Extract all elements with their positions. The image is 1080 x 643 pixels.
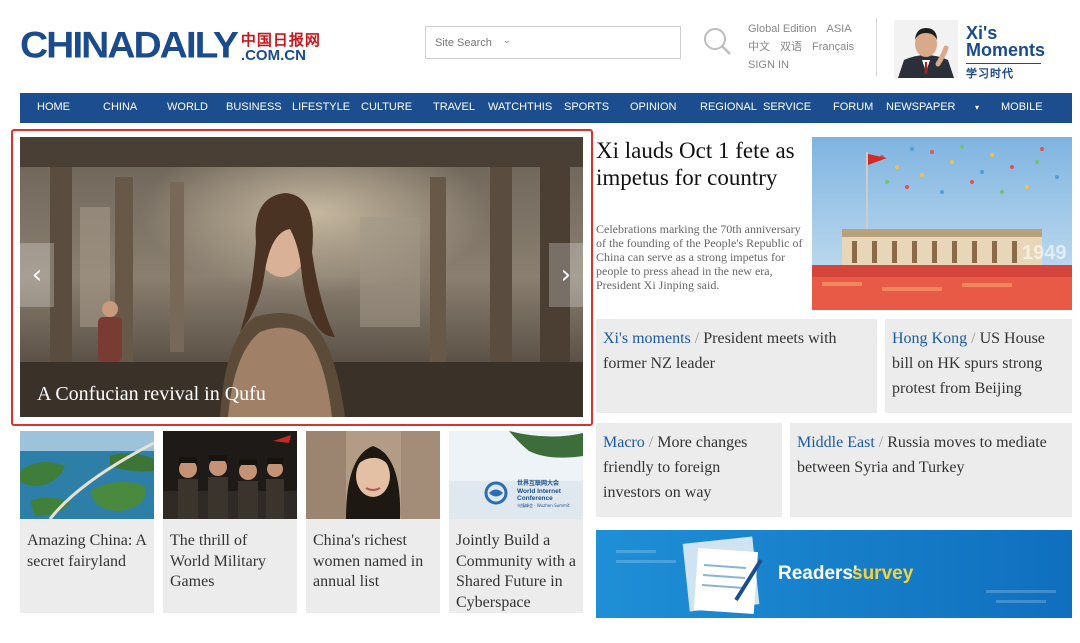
- news-box-separator: /: [690, 330, 704, 347]
- nav-lifestyle[interactable]: LIFESTYLE: [292, 101, 350, 113]
- nav-newspaper[interactable]: NEWSPAPER: [886, 101, 955, 113]
- nav-culture[interactable]: CULTURE: [361, 101, 412, 113]
- news-box-separator: /: [967, 330, 980, 347]
- lead-celebration-image[interactable]: 1949: [812, 137, 1072, 310]
- global-edition-link[interactable]: Global Edition: [748, 23, 817, 35]
- logo-chinese: 中国日报网: [240, 31, 321, 49]
- nav-service[interactable]: SERVICE: [763, 101, 811, 113]
- search-icon[interactable]: [702, 26, 732, 56]
- slider-prev-icon[interactable]: ‹: [20, 243, 54, 307]
- thumb-caption[interactable]: Amazing China: A secret fairyland: [20, 524, 154, 572]
- logo-subtitle: 中国日报网 .COM.CN: [241, 32, 321, 64]
- slider-caption[interactable]: A Confucian revival in Qufu: [37, 383, 266, 405]
- thumb-story[interactable]: The thrill of World Military Games: [163, 431, 297, 613]
- news-box-tag[interactable]: Middle East: [797, 434, 875, 451]
- chevron-down-icon[interactable]: ⌄: [503, 36, 511, 46]
- nav-sports[interactable]: SPORTS: [564, 101, 609, 113]
- thumb-caption[interactable]: The thrill of World Military Games: [163, 524, 297, 593]
- news-box-separator: /: [644, 434, 658, 451]
- nav-home[interactable]: HOME: [37, 101, 70, 113]
- thumb-image-internet-conference: 世界互联网大会 World Internet Conference 乌镇峰会 ·…: [449, 431, 583, 519]
- search-input[interactable]: [426, 27, 680, 58]
- logo-wordmark: CHINADAILY: [20, 25, 239, 66]
- thumb-caption[interactable]: China's richest women named in annual li…: [306, 524, 440, 593]
- asia-edition-link[interactable]: ASIA: [827, 23, 852, 35]
- lead-image-year: 1949: [1022, 242, 1067, 264]
- lead-headline[interactable]: Xi lauds Oct 1 fete as impetus for count…: [596, 137, 806, 191]
- logo-domain: .COM.CN: [240, 47, 306, 64]
- sign-in-link[interactable]: SIGN IN: [748, 59, 789, 71]
- conference-english-name-2: Conference: [517, 495, 553, 502]
- thumb-image-portrait: [306, 431, 440, 519]
- thumb-story[interactable]: Amazing China: A secret fairyland: [20, 431, 155, 613]
- news-box-tag[interactable]: Hong Kong: [892, 330, 967, 347]
- news-box-tag[interactable]: Xi's moments: [603, 330, 691, 347]
- featured-slider[interactable]: A Confucian revival in Qufu ‹ ›: [20, 137, 583, 417]
- edition-links: Global Edition ASIA 中文 双语 Français SIGN IN: [748, 20, 854, 74]
- survey-label-readers: Readers': [778, 563, 858, 584]
- site-logo[interactable]: CHINADAILY 中国日报网 .COM.CN: [20, 24, 321, 64]
- xis-moments-chinese: 学习时代: [966, 63, 1041, 81]
- thumb-story[interactable]: China's richest women named in annual li…: [306, 431, 440, 613]
- nav-china[interactable]: CHINA: [103, 101, 137, 113]
- thumb-caption[interactable]: Jointly Build a Community with a Shared …: [449, 524, 583, 613]
- thumb-image-military-games: [163, 431, 297, 519]
- french-edition-link[interactable]: Français: [812, 41, 854, 53]
- conference-english-name-1: World Internet: [517, 488, 562, 495]
- xi-portrait-image[interactable]: [894, 20, 958, 78]
- news-box-tag[interactable]: Macro: [603, 434, 645, 451]
- lead-summary: Celebrations marking the 70th anniversar…: [596, 222, 803, 292]
- news-box-xis-moments[interactable]: Xi's moments / President meets with form…: [596, 319, 877, 413]
- slider-image: A Confucian revival in Qufu: [20, 137, 583, 417]
- survey-label-survey: survey: [852, 563, 914, 584]
- site-search-box[interactable]: ⌄: [425, 26, 681, 59]
- slider-next-icon[interactable]: ›: [549, 243, 583, 307]
- news-box-middle-east[interactable]: Middle East / Russia moves to mediate be…: [790, 423, 1072, 517]
- xis-moments-title[interactable]: Xi's Moments: [966, 24, 1046, 60]
- nav-more-chevron-icon[interactable]: ▾: [975, 103, 979, 112]
- nav-travel[interactable]: TRAVEL: [433, 101, 475, 113]
- nav-regional[interactable]: REGIONAL: [700, 101, 757, 113]
- thumb-image-lake-islands: [20, 431, 155, 520]
- readers-survey-banner[interactable]: Readers' survey: [596, 530, 1072, 618]
- nav-business[interactable]: BUSINESS: [226, 101, 282, 113]
- header-divider: [876, 18, 877, 76]
- nav-mobile[interactable]: MOBILE: [1001, 101, 1043, 113]
- news-box-hong-kong[interactable]: Hong Kong / US House bill on HK spurs st…: [885, 319, 1072, 413]
- thumb-story[interactable]: 世界互联网大会 World Internet Conference 乌镇峰会 ·…: [449, 431, 583, 613]
- news-box-macro[interactable]: Macro / More changes friendly to foreign…: [596, 423, 782, 517]
- nav-forum[interactable]: FORUM: [833, 101, 873, 113]
- bilingual-edition-link[interactable]: 双语: [780, 41, 802, 53]
- nav-world[interactable]: WORLD: [167, 101, 208, 113]
- conference-chinese-name: 世界互联网大会: [517, 479, 560, 487]
- nav-watchthis[interactable]: WATCHTHIS: [488, 101, 552, 113]
- xis-moments-line-2: Moments: [966, 40, 1046, 60]
- news-box-separator: /: [874, 434, 888, 451]
- nav-opinion[interactable]: OPINION: [630, 101, 676, 113]
- main-nav: HOME CHINA WORLD BUSINESS LIFESTYLE CULT…: [20, 93, 1072, 123]
- chinese-edition-link[interactable]: 中文: [748, 41, 770, 53]
- conference-summit-name: 乌镇峰会 · Wuzhen Summit: [517, 502, 570, 508]
